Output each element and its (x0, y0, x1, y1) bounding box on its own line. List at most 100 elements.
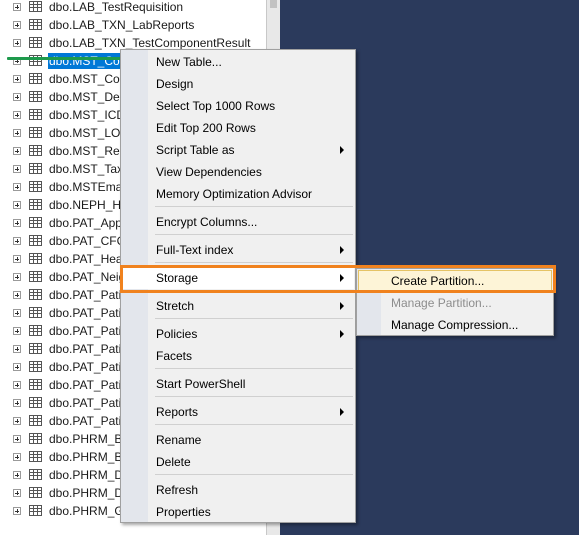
menu-separator (155, 262, 353, 263)
table-icon (29, 487, 42, 498)
table-icon (29, 199, 42, 210)
table-icon (29, 181, 42, 192)
menu-separator (155, 396, 353, 397)
tree-item[interactable]: dbo.LAB_TXN_LabReports (0, 16, 266, 34)
expand-plus-icon[interactable] (13, 363, 21, 371)
submenu-item-label: Manage Partition... (391, 296, 492, 310)
table-icon (29, 505, 42, 516)
menu-item-delete[interactable]: Delete (122, 451, 354, 473)
menu-item-design[interactable]: Design (122, 73, 354, 95)
table-icon (29, 271, 42, 282)
expand-plus-icon[interactable] (13, 417, 21, 425)
expand-plus-icon[interactable] (13, 309, 21, 317)
table-icon (29, 379, 42, 390)
table-icon (29, 217, 42, 228)
expand-plus-icon[interactable] (13, 399, 21, 407)
table-icon (29, 1, 42, 12)
menu-item-label: Script Table as (156, 143, 235, 157)
expand-plus-icon[interactable] (13, 453, 21, 461)
table-icon (29, 397, 42, 408)
menu-item-label: Policies (156, 327, 198, 341)
menu-item-memory-optimization-advisor[interactable]: Memory Optimization Advisor (122, 183, 354, 205)
expand-plus-icon[interactable] (13, 3, 21, 11)
expand-plus-icon[interactable] (13, 183, 21, 191)
tree-item-label: dbo.LAB_TestRequisition (49, 0, 184, 14)
tree-item-label: dbo.MSTEmail (49, 180, 128, 194)
submenu-arrow-icon (340, 408, 344, 416)
tree-item-label: dbo.LAB_TXN_LabReports (49, 18, 195, 32)
expand-plus-icon[interactable] (13, 327, 21, 335)
expand-plus-icon[interactable] (13, 39, 21, 47)
expand-plus-icon[interactable] (13, 111, 21, 119)
expand-plus-icon[interactable] (13, 237, 21, 245)
menu-item-stretch[interactable]: Stretch (122, 295, 354, 317)
table-icon (29, 415, 42, 426)
expand-plus-icon[interactable] (13, 381, 21, 389)
menu-separator (155, 318, 353, 319)
expand-plus-icon[interactable] (13, 291, 21, 299)
menu-item-facets[interactable]: Facets (122, 345, 354, 367)
expand-plus-icon[interactable] (13, 219, 21, 227)
expand-plus-icon[interactable] (13, 435, 21, 443)
menu-item-refresh[interactable]: Refresh (122, 479, 354, 501)
menu-separator (155, 206, 353, 207)
table-icon (29, 289, 42, 300)
menu-separator (155, 474, 353, 475)
expand-plus-icon[interactable] (13, 75, 21, 83)
menu-item-label: Rename (156, 433, 202, 447)
menu-item-view-dependencies[interactable]: View Dependencies (122, 161, 354, 183)
expand-plus-icon[interactable] (13, 255, 21, 263)
menu-item-edit-top-200-rows[interactable]: Edit Top 200 Rows (122, 117, 354, 139)
submenu-arrow-icon (340, 146, 344, 154)
menu-item-reports[interactable]: Reports (122, 401, 354, 423)
submenu-item-manage-compression[interactable]: Manage Compression... (358, 314, 552, 336)
menu-item-script-table-as[interactable]: Script Table as (122, 139, 354, 161)
expand-plus-icon[interactable] (13, 201, 21, 209)
tree-item[interactable]: dbo.LAB_TestRequisition (0, 0, 266, 16)
menu-item-label: Reports (156, 405, 199, 419)
table-icon (29, 361, 42, 372)
expand-plus-icon[interactable] (13, 345, 21, 353)
table-icon (29, 127, 42, 138)
table-icon (29, 343, 42, 354)
storage-highlight-annotation (120, 265, 556, 293)
expand-plus-icon[interactable] (13, 507, 21, 515)
menu-item-new-table[interactable]: New Table... (122, 51, 354, 73)
table-icon (29, 19, 42, 30)
table-icon (29, 163, 42, 174)
table-icon (29, 73, 42, 84)
table-icon (29, 235, 42, 246)
scrollbar-thumb[interactable] (270, 0, 277, 8)
table-icon (29, 325, 42, 336)
table-icon (29, 145, 42, 156)
menu-item-properties[interactable]: Properties (122, 501, 354, 523)
tree-item-label: dbo.MST_Tax (49, 162, 124, 176)
table-icon (29, 253, 42, 264)
menu-item-full-text-index[interactable]: Full-Text index (122, 239, 354, 261)
table-icon (29, 469, 42, 480)
expand-plus-icon[interactable] (13, 129, 21, 137)
menu-item-policies[interactable]: Policies (122, 323, 354, 345)
expand-plus-icon[interactable] (13, 21, 21, 29)
menu-item-rename[interactable]: Rename (122, 429, 354, 451)
table-icon (29, 91, 42, 102)
expand-plus-icon[interactable] (13, 93, 21, 101)
menu-item-label: Refresh (156, 483, 199, 497)
menu-item-label: Facets (156, 349, 193, 363)
expand-plus-icon[interactable] (13, 489, 21, 497)
menu-item-label: View Dependencies (156, 165, 262, 179)
menu-item-label: Encrypt Columns... (156, 215, 258, 229)
submenu-item-manage-partition: Manage Partition... (358, 292, 552, 314)
menu-item-select-top-1000-rows[interactable]: Select Top 1000 Rows (122, 95, 354, 117)
menu-item-label: Properties (156, 505, 211, 519)
table-icon (29, 451, 42, 462)
expand-plus-icon[interactable] (13, 147, 21, 155)
menu-item-encrypt-columns[interactable]: Encrypt Columns... (122, 211, 354, 233)
menu-separator (155, 234, 353, 235)
expand-plus-icon[interactable] (13, 273, 21, 281)
menu-item-start-powershell[interactable]: Start PowerShell (122, 373, 354, 395)
expand-plus-icon[interactable] (13, 165, 21, 173)
submenu-arrow-icon (340, 246, 344, 254)
menu-item-label: Start PowerShell (156, 377, 246, 391)
expand-plus-icon[interactable] (13, 471, 21, 479)
